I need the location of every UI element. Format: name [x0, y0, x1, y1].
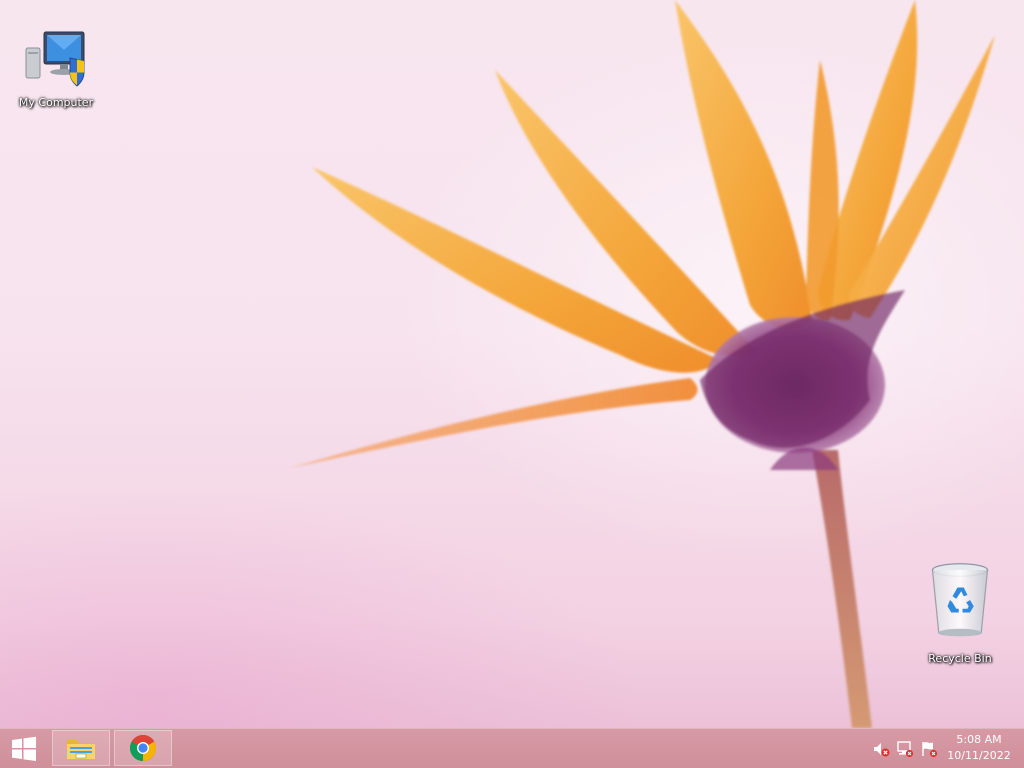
start-button[interactable]	[0, 729, 48, 768]
desktop-icon-label: My Computer	[18, 96, 94, 109]
volume-muted-icon[interactable]	[872, 740, 890, 758]
network-icon[interactable]	[896, 740, 914, 758]
taskbar: 5:08 AM 10/11/2022	[0, 728, 1024, 768]
clock-time: 5:08 AM	[956, 733, 1002, 746]
folder-icon	[67, 740, 95, 759]
windows-logo-icon	[12, 736, 36, 761]
desktop[interactable]: My Computer Recycle Bin	[0, 0, 1024, 728]
clock-date: 10/11/2022	[947, 749, 1011, 762]
wallpaper-flower	[290, 0, 995, 728]
taskbar-clock[interactable]: 5:08 AM 10/11/2022	[944, 732, 1014, 764]
desktop-icon-recycle-bin[interactable]: Recycle Bin	[916, 552, 1004, 665]
taskbar-chrome[interactable]	[114, 730, 172, 766]
taskbar-file-explorer[interactable]	[52, 730, 110, 766]
chrome-icon	[129, 734, 157, 761]
computer-shield-icon	[25, 31, 85, 87]
recycle-bin-icon	[931, 563, 989, 637]
desktop-icon-my-computer[interactable]: My Computer	[12, 28, 100, 109]
desktop-icon-label: Recycle Bin	[928, 652, 992, 665]
action-center-flag-icon[interactable]	[920, 740, 938, 758]
